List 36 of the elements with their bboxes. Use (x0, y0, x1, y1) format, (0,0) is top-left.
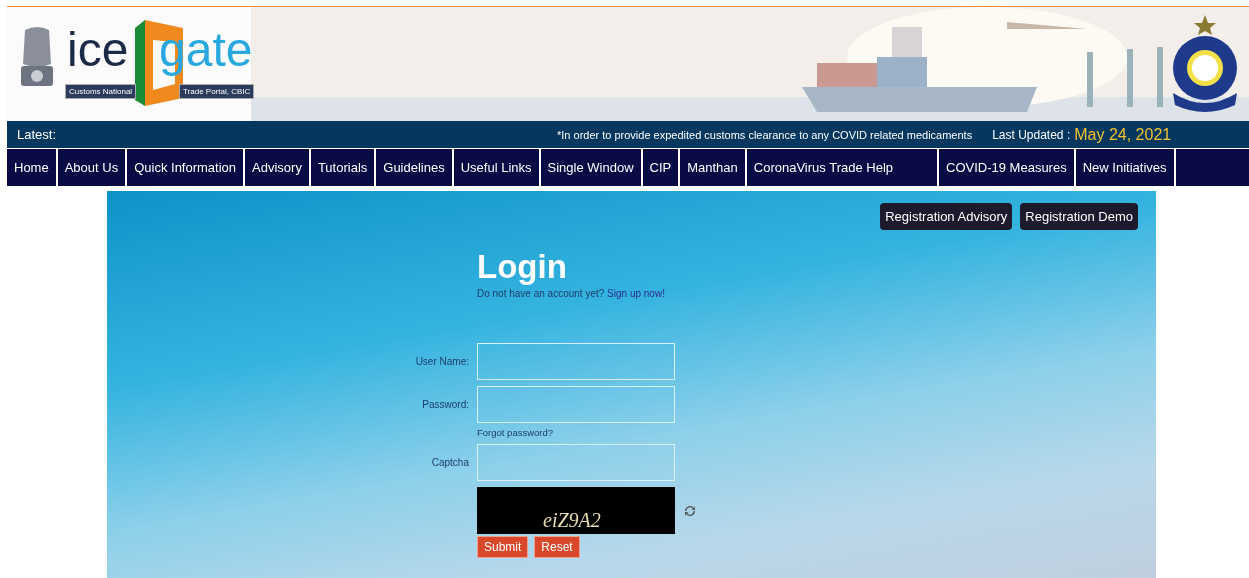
nav-link[interactable]: Home (7, 149, 58, 186)
nav-link[interactable]: Manthan (680, 149, 747, 186)
logo-text: ice (67, 26, 129, 74)
nav-link[interactable]: CIP (642, 149, 681, 186)
nav-link[interactable]: CoronaVirus Trade Help (746, 149, 940, 186)
forgot-password-link[interactable]: Forgot password? (477, 427, 675, 438)
input-field[interactable] (477, 343, 675, 380)
nav-link[interactable]: Useful Links (453, 149, 541, 186)
latest-label: Latest: (16, 127, 58, 142)
nav-link[interactable]: Single Window (540, 149, 643, 186)
captcha-field[interactable] (477, 444, 675, 481)
registration-button[interactable]: Registration Demo (1020, 203, 1138, 230)
nav-link[interactable]: Advisory (245, 149, 311, 186)
logo-caption: Trade Portal, CBIC (179, 84, 255, 99)
last-updated-date: May 24, 2021 (1074, 125, 1172, 144)
field-label: Captcha (430, 457, 469, 468)
nav-link[interactable]: Guidelines (376, 149, 454, 186)
field-label: Password: (421, 399, 469, 410)
news-ticker: *In order to provide expedited customs clearance to any COVID related medicaments (557, 128, 973, 141)
registration-button[interactable]: Registration Advisory (880, 203, 1013, 230)
last-updated-label: Last Updated : (992, 127, 1071, 142)
nav-link[interactable]: COVID-19 Measures (939, 149, 1076, 186)
logo-caption: Customs National (65, 84, 137, 99)
captcha-image: eiZ9A2 (477, 487, 675, 534)
nav-link[interactable]: Quick Information (127, 149, 246, 186)
signup-prompt: Do not have an account yet? Sign up now! (477, 288, 666, 299)
refresh-icon[interactable] (683, 503, 697, 518)
signup-link[interactable]: Sign up now! (607, 288, 665, 299)
login-title: Login (477, 248, 568, 286)
nav-link[interactable]: About Us (57, 149, 128, 186)
reset-button[interactable]: Reset (534, 536, 580, 558)
field-label: User Name: (414, 356, 469, 367)
submit-button[interactable]: Submit (477, 536, 529, 558)
nav-link[interactable]: Tutorials (310, 149, 377, 186)
input-field[interactable] (477, 386, 675, 423)
nav-link[interactable]: New Initiatives (1075, 149, 1176, 186)
